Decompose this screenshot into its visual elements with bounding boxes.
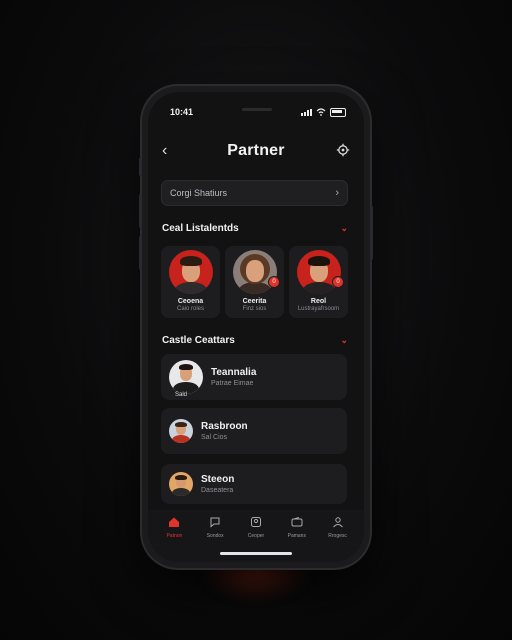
mute-switch bbox=[139, 158, 142, 176]
settings-icon[interactable] bbox=[336, 143, 350, 157]
phone-frame: 10:41 ‹ Partner Corgi Shatiurs › Ceal Li… bbox=[139, 86, 373, 568]
tab-label: Rrogesc bbox=[328, 533, 347, 539]
profile-name: Ceerita bbox=[242, 298, 267, 305]
tab-user[interactable]: Rrogesc bbox=[321, 516, 355, 562]
search-row-label: Corgi Shatiurs bbox=[170, 188, 228, 198]
nav-bar: ‹ Partner bbox=[148, 136, 364, 166]
avatar bbox=[169, 419, 193, 443]
tab-label: Ceoper bbox=[247, 533, 265, 539]
tab-wallet[interactable]: Pamans bbox=[280, 516, 314, 562]
profile-name: Ceoena bbox=[177, 298, 204, 305]
profile-subtitle: Finz sios bbox=[242, 306, 267, 312]
list-item[interactable]: Teannalia Patrae Eimae Sald bbox=[161, 354, 347, 400]
notification-badge: 0 bbox=[268, 276, 280, 288]
list-item-subtitle: Sal Cios bbox=[201, 434, 228, 441]
section-title: Castle Ceattars bbox=[162, 334, 235, 346]
list-item-title: Rasbroon bbox=[201, 421, 248, 432]
notification-badge: 0 bbox=[332, 276, 344, 288]
section-title: Ceal Listalentds bbox=[162, 222, 239, 234]
phone-screen: 10:41 ‹ Partner Corgi Shatiurs › Ceal Li… bbox=[148, 92, 364, 562]
profile-card[interactable]: 0 Reol Lustrayafrsoom bbox=[289, 246, 348, 318]
search-row[interactable]: Corgi Shatiurs › bbox=[161, 180, 348, 206]
home-icon bbox=[169, 517, 180, 527]
user-icon bbox=[332, 517, 343, 528]
status-time: 10:41 bbox=[170, 107, 194, 117]
status-icons bbox=[301, 107, 346, 117]
list-item-subtitle: Patrae Eimae bbox=[211, 380, 254, 387]
avatar bbox=[232, 250, 277, 294]
avatar bbox=[296, 250, 341, 294]
wifi-icon bbox=[316, 108, 326, 116]
power-button bbox=[370, 206, 373, 260]
list-item-title: Teannalia bbox=[211, 367, 257, 378]
battery-icon bbox=[330, 107, 346, 117]
profile-subtitle: Lustrayafrsoom bbox=[297, 306, 340, 312]
avatar-caption: Sald bbox=[175, 392, 188, 398]
chevron-right-icon: › bbox=[335, 187, 339, 199]
home-indicator bbox=[220, 552, 292, 555]
volume-down-button bbox=[139, 236, 142, 270]
profile-icon bbox=[250, 517, 261, 527]
profile-cards: Ceoena Caio roles 0 Ceerita Finz sios 0 … bbox=[161, 246, 348, 318]
tab-home[interactable]: Patnon bbox=[157, 516, 191, 562]
list-item-title: Steeon bbox=[201, 474, 235, 485]
profile-subtitle: Caio roles bbox=[176, 306, 204, 312]
section-header-ceattars[interactable]: Castle Ceattars ⌄ bbox=[162, 332, 348, 348]
section-header-listalentds[interactable]: Ceal Listalentds ⌄ bbox=[162, 220, 348, 236]
profile-card[interactable]: Ceoena Caio roles bbox=[161, 246, 220, 318]
avatar bbox=[168, 250, 213, 294]
tab-profile[interactable]: Ceoper bbox=[239, 516, 273, 562]
avatar bbox=[169, 360, 203, 394]
page-title: Partner bbox=[227, 142, 285, 159]
chat-icon bbox=[210, 517, 220, 528]
wallet-icon bbox=[291, 517, 303, 527]
profile-card[interactable]: 0 Ceerita Finz sios bbox=[225, 246, 284, 318]
list-item-subtitle: Daseatera bbox=[201, 487, 234, 494]
chevron-down-icon[interactable]: ⌄ bbox=[340, 335, 348, 346]
tab-label: Sondox bbox=[206, 533, 224, 539]
avatar bbox=[169, 472, 193, 496]
back-chevron-icon[interactable]: ‹ bbox=[162, 142, 167, 160]
profile-name: Reol bbox=[310, 298, 327, 305]
chevron-down-icon[interactable]: ⌄ bbox=[340, 223, 348, 234]
volume-up-button bbox=[139, 194, 142, 228]
tab-label: Pamans bbox=[287, 533, 306, 539]
status-bar: 10:41 bbox=[148, 92, 364, 132]
tab-chat[interactable]: Sondox bbox=[198, 516, 232, 562]
list-item[interactable]: Steeon Daseatera bbox=[161, 464, 347, 504]
tab-label: Patnon bbox=[166, 533, 183, 539]
cellular-signal-icon bbox=[301, 108, 312, 116]
list-item[interactable]: Rasbroon Sal Cios bbox=[161, 408, 347, 454]
